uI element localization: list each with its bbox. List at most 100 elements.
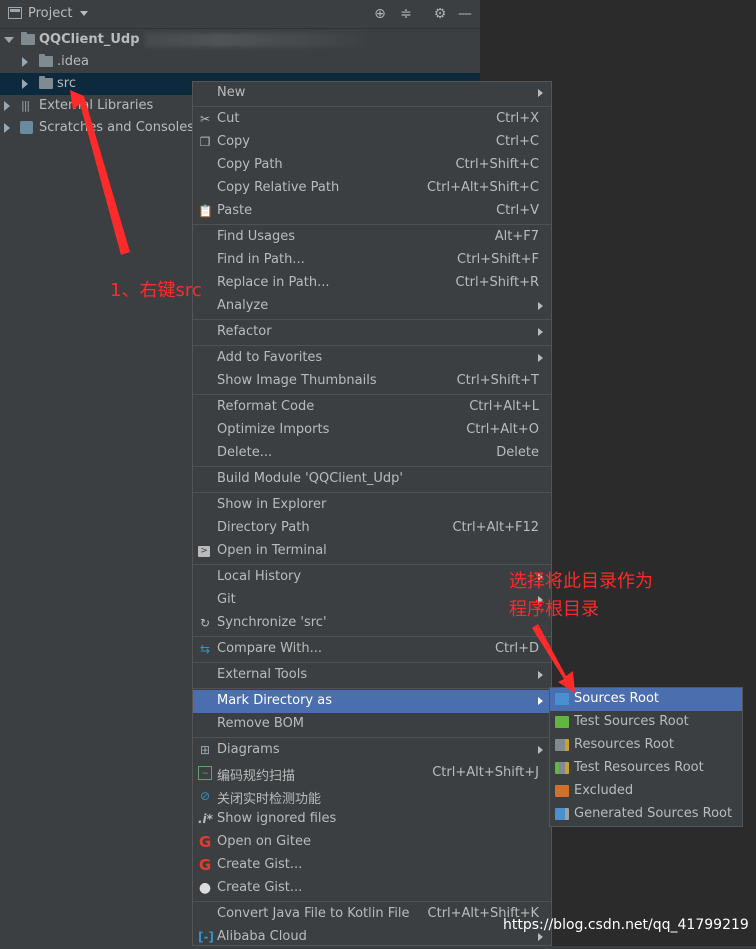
submenu-arrow-icon: [538, 302, 543, 310]
submenu-arrow-icon: [538, 697, 543, 705]
menu-item-git[interactable]: Git: [193, 589, 551, 612]
menu-separator: [193, 737, 551, 738]
menu-item-close-detection[interactable]: ⊘ 关闭实时检测功能: [193, 785, 551, 808]
project-title[interactable]: Project: [28, 6, 72, 21]
menu-item-new[interactable]: New: [193, 82, 551, 105]
menu-item-open-on-gitee[interactable]: G Open on Gitee: [193, 831, 551, 854]
submenu-arrow-icon: [538, 89, 543, 97]
menu-item-convert-kotlin[interactable]: Convert Java File to Kotlin File Ctrl+Alt…: [193, 903, 551, 926]
submenu-item-generated-sources-root[interactable]: Generated Sources Root: [550, 803, 742, 826]
submenu-arrow-icon: [538, 671, 543, 679]
menu-separator: [193, 688, 551, 689]
menu-item-copy-path[interactable]: Copy Path Ctrl+Shift+C: [193, 154, 551, 177]
ignore-file-icon: .i*: [198, 812, 213, 826]
folder-icon: [39, 76, 53, 89]
menu-item-find-in-path[interactable]: Find in Path... Ctrl+Shift+F: [193, 249, 551, 272]
submenu-arrow-icon: [538, 354, 543, 362]
menu-item-copy[interactable]: ❐ Copy Ctrl+C: [193, 131, 551, 154]
submenu-item-resources-root[interactable]: Resources Root: [550, 734, 742, 757]
sources-folder-icon: [555, 693, 569, 705]
expand-arrow-icon[interactable]: [4, 123, 10, 133]
scissors-icon: ✂: [199, 112, 211, 126]
expand-arrow-icon[interactable]: [4, 37, 14, 43]
tree-idea-label: .idea: [57, 54, 89, 69]
menu-item-directory-path[interactable]: Directory Path Ctrl+Alt+F12: [193, 517, 551, 540]
tree-root-label: QQClient_Udp: [39, 32, 140, 47]
menu-item-reformat-code[interactable]: Reformat Code Ctrl+Alt+L: [193, 396, 551, 419]
folder-icon: [39, 54, 53, 67]
sync-icon: ↻: [199, 616, 211, 630]
menu-item-local-history[interactable]: Local History: [193, 566, 551, 589]
resources-folder-icon: [555, 739, 569, 751]
menu-item-optimize-imports[interactable]: Optimize Imports Ctrl+Alt+O: [193, 419, 551, 442]
module-folder-icon: [21, 32, 35, 45]
menu-separator: [193, 106, 551, 107]
menu-item-find-usages[interactable]: Find Usages Alt+F7: [193, 226, 551, 249]
annotation-step2-line2: 程序根目录: [509, 599, 599, 620]
project-toolbar: Project ⊕ ≑ ⚙ —: [0, 0, 480, 29]
gitee-icon: G: [198, 856, 212, 874]
submenu-item-excluded[interactable]: Excluded: [550, 780, 742, 803]
gear-icon[interactable]: ⚙: [431, 5, 449, 23]
menu-item-paste[interactable]: 📋 Paste Ctrl+V: [193, 200, 551, 223]
locate-icon[interactable]: ⊕: [371, 5, 389, 23]
submenu-item-test-resources-root[interactable]: Test Resources Root: [550, 757, 742, 780]
compare-icon: ⇆: [199, 642, 211, 656]
menu-item-show-thumbnails[interactable]: Show Image Thumbnails Ctrl+Shift+T: [193, 370, 551, 393]
menu-item-mark-directory-as[interactable]: Mark Directory as: [193, 690, 551, 713]
excluded-folder-icon: [555, 785, 569, 797]
menu-separator: [193, 492, 551, 493]
tree-scratches-label: Scratches and Consoles: [39, 120, 195, 135]
chevron-down-icon[interactable]: [80, 11, 88, 16]
menu-separator: [193, 394, 551, 395]
clipboard-icon: 📋: [198, 204, 213, 218]
expand-arrow-icon[interactable]: [4, 101, 10, 111]
context-menu: New ✂ Cut Ctrl+X ❐ Copy Ctrl+C Copy Path Ctrl…: [192, 81, 552, 946]
diagram-icon: ⊞: [199, 743, 211, 757]
menu-separator: [193, 564, 551, 565]
expand-arrow-icon[interactable]: [22, 79, 28, 89]
menu-separator: [193, 466, 551, 467]
copy-icon: ❐: [199, 135, 211, 149]
menu-item-cut[interactable]: ✂ Cut Ctrl+X: [193, 108, 551, 131]
menu-item-create-gist-github[interactable]: ● Create Gist...: [193, 877, 551, 900]
submenu-item-sources-root[interactable]: Sources Root: [550, 688, 742, 711]
menu-item-add-to-favorites[interactable]: Add to Favorites: [193, 347, 551, 370]
collapse-icon[interactable]: ≑: [397, 5, 415, 23]
terminal-icon: >: [198, 546, 210, 557]
menu-item-diagrams[interactable]: ⊞ Diagrams: [193, 739, 551, 762]
disable-icon: ⊘: [199, 789, 211, 803]
menu-item-replace-in-path[interactable]: Replace in Path... Ctrl+Shift+R: [193, 272, 551, 295]
blurred-path: [145, 33, 375, 47]
menu-item-open-in-terminal[interactable]: > Open in Terminal: [193, 540, 551, 563]
annotation-step1: 1、右键src: [110, 280, 202, 301]
tree-item-root[interactable]: QQClient_Udp: [0, 29, 480, 51]
menu-separator: [193, 636, 551, 637]
test-sources-folder-icon: [555, 716, 569, 728]
menu-item-compare-with[interactable]: ⇆ Compare With... Ctrl+D: [193, 638, 551, 661]
menu-item-create-gist-gitee[interactable]: G Create Gist...: [193, 854, 551, 877]
minimize-icon[interactable]: —: [456, 5, 474, 23]
menu-item-delete[interactable]: Delete... Delete: [193, 442, 551, 465]
menu-item-show-ignored[interactable]: .i* Show ignored files: [193, 808, 551, 831]
menu-separator: [193, 319, 551, 320]
submenu-arrow-icon: [538, 746, 543, 754]
menu-item-synchronize[interactable]: ↻ Synchronize 'src': [193, 612, 551, 635]
expand-arrow-icon[interactable]: [22, 57, 28, 67]
menu-item-copy-relative-path[interactable]: Copy Relative Path Ctrl+Alt+Shift+C: [193, 177, 551, 200]
menu-separator: [193, 662, 551, 663]
menu-item-external-tools[interactable]: External Tools: [193, 664, 551, 687]
menu-item-show-in-explorer[interactable]: Show in Explorer: [193, 494, 551, 517]
scan-icon: ~: [198, 766, 212, 780]
submenu-item-test-sources-root[interactable]: Test Sources Root: [550, 711, 742, 734]
menu-item-analyze[interactable]: Analyze: [193, 295, 551, 318]
menu-item-build-module[interactable]: Build Module 'QQClient_Udp': [193, 468, 551, 491]
submenu-arrow-icon: [538, 328, 543, 336]
tree-external-label: External Libraries: [39, 98, 154, 113]
menu-item-code-scan[interactable]: ~ 编码规约扫描 Ctrl+Alt+Shift+J: [193, 762, 551, 785]
mark-directory-submenu: Sources Root Test Sources Root Resources…: [549, 687, 743, 827]
tree-item-idea[interactable]: .idea: [0, 51, 480, 73]
menu-separator: [193, 345, 551, 346]
menu-item-remove-bom[interactable]: Remove BOM: [193, 713, 551, 736]
menu-item-refactor[interactable]: Refactor: [193, 321, 551, 344]
